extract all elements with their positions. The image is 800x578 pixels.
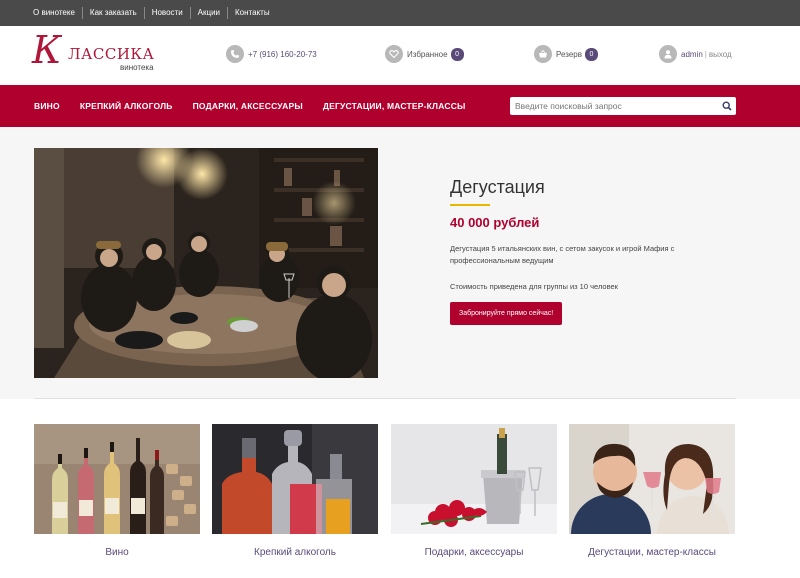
category-card-wine[interactable]: Вино <box>34 424 200 558</box>
book-now-button[interactable]: Забронируйте прямо сейчас! <box>450 302 563 325</box>
category-image-gifts <box>391 424 557 534</box>
header-reserve[interactable]: Резерв 0 <box>534 45 598 63</box>
header-favorites[interactable]: Избранное 0 <box>385 45 464 63</box>
logo[interactable]: К ЛАССИКА винотека <box>32 28 172 78</box>
heart-icon <box>385 45 403 63</box>
logout-link[interactable]: выход <box>709 50 732 59</box>
product-info: Дегустация 40 000 рублей Дегустация 5 ит… <box>450 177 740 325</box>
nav-item-strong-alcohol[interactable]: КРЕПКИЙ АЛКОГОЛЬ <box>70 101 183 111</box>
top-link-promotions[interactable]: Акции <box>189 7 227 19</box>
product-section: Дегустация 40 000 рублей Дегустация 5 ит… <box>0 127 800 399</box>
phone-number: +7 (916) 160-20-73 <box>248 49 317 59</box>
category-label-wine: Вино <box>105 547 129 558</box>
category-label-strong-alcohol: Крепкий алкоголь <box>254 547 336 558</box>
top-link-about[interactable]: О винотеке <box>26 7 82 19</box>
product-title: Дегустация <box>450 177 545 197</box>
nav-item-wine[interactable]: ВИНО <box>24 101 70 111</box>
top-bar: О винотеке Как заказать Новости Акции Ко… <box>0 0 800 26</box>
logo-subtitle: винотека <box>120 63 154 72</box>
search-input[interactable] <box>510 98 718 114</box>
user-separator: | <box>704 49 707 59</box>
header-user: admin | выход <box>659 45 732 63</box>
product-note: Стоимость приведена для группы из 10 чел… <box>450 282 618 291</box>
top-link-how-to-order[interactable]: Как заказать <box>81 7 144 19</box>
search-icon[interactable] <box>718 97 736 115</box>
phone-icon <box>226 45 244 63</box>
category-label-tastings: Дегустации, мастер-классы <box>588 547 716 558</box>
title-underline <box>450 204 490 206</box>
search-box <box>510 97 736 115</box>
categories: Вино Крепкий алкоголь Подарки, аксессуар… <box>0 399 800 578</box>
product-price: 40 000 рублей <box>450 215 540 230</box>
category-image-wine <box>34 424 200 534</box>
favorites-count-badge: 0 <box>450 47 464 61</box>
header-phone[interactable]: +7 (916) 160-20-73 <box>226 45 317 63</box>
category-card-gifts[interactable]: Подарки, аксессуары <box>391 424 557 558</box>
category-image-strong-alcohol <box>212 424 378 534</box>
logo-word: ЛАССИКА <box>68 45 155 63</box>
category-image-tastings <box>569 424 735 534</box>
logo-letter: К <box>32 28 62 72</box>
user-icon <box>659 45 677 63</box>
top-link-news[interactable]: Новости <box>143 7 190 19</box>
reserve-label: Резерв <box>556 49 582 59</box>
header: К ЛАССИКА винотека +7 (916) 160-20-73 Из… <box>0 26 800 85</box>
product-photo <box>34 148 378 378</box>
basket-icon <box>534 45 552 63</box>
category-card-strong-alcohol[interactable]: Крепкий алкоголь <box>212 424 378 558</box>
nav-item-tastings[interactable]: ДЕГУСТАЦИИ, МАСТЕР-КЛАССЫ <box>313 101 476 111</box>
nav-items: ВИНО КРЕПКИЙ АЛКОГОЛЬ ПОДАРКИ, АКСЕССУАР… <box>24 85 476 127</box>
category-card-tastings[interactable]: Дегустации, мастер-классы <box>569 424 735 558</box>
product-description: Дегустация 5 итальянских вин, с сетом за… <box>450 244 675 265</box>
nav-item-gifts[interactable]: ПОДАРКИ, АКСЕССУАРЫ <box>183 101 313 111</box>
reserve-count-badge: 0 <box>584 47 598 61</box>
top-links: О винотеке Как заказать Новости Акции Ко… <box>26 0 277 26</box>
category-label-gifts: Подарки, аксессуары <box>424 547 524 558</box>
top-link-contacts[interactable]: Контакты <box>227 7 277 19</box>
favorites-label: Избранное <box>407 49 448 59</box>
user-name-link[interactable]: admin <box>681 50 703 59</box>
